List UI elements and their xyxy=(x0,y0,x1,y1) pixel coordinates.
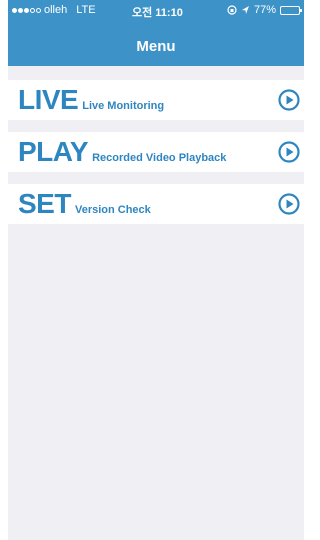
menu-item-subtitle: Recorded Video Playback xyxy=(92,152,227,164)
location-arrow-icon xyxy=(241,5,250,15)
carrier-label: olleh xyxy=(44,4,68,16)
menu-item-title: LIVE xyxy=(18,84,79,115)
status-bar: olleh LTE 오전 11:10 77% xyxy=(8,0,304,20)
status-right: 77% xyxy=(227,4,302,16)
top-bar: olleh LTE 오전 11:10 77% Menu xyxy=(8,0,304,66)
status-left: olleh LTE xyxy=(12,4,96,16)
menu-item-live[interactable]: LIVE Live Monitoring xyxy=(8,80,304,120)
play-circle-icon[interactable] xyxy=(278,89,300,111)
page-title: Menu xyxy=(136,38,176,55)
app-screen: olleh LTE 오전 11:10 77% Menu LIVE Live Mo… xyxy=(8,0,304,540)
menu-list: LIVE Live Monitoring PLAY Recorded Video… xyxy=(8,80,304,236)
play-circle-icon[interactable] xyxy=(278,193,300,215)
signal-strength-icon xyxy=(12,7,41,13)
menu-item-play[interactable]: PLAY Recorded Video Playback xyxy=(8,132,304,172)
menu-item-subtitle: Version Check xyxy=(74,204,151,216)
network-type-label: LTE xyxy=(76,4,96,16)
battery-icon xyxy=(280,5,302,15)
menu-item-title: SET xyxy=(18,188,71,219)
battery-percent: 77% xyxy=(253,4,276,16)
play-circle-icon[interactable] xyxy=(278,141,300,163)
rotation-lock-icon xyxy=(227,5,237,15)
menu-item-set[interactable]: SET Version Check xyxy=(8,184,304,224)
menu-item-title: PLAY xyxy=(18,136,89,167)
status-time: 오전 11:10 xyxy=(132,7,183,19)
menu-item-subtitle: Live Monitoring xyxy=(82,100,165,112)
